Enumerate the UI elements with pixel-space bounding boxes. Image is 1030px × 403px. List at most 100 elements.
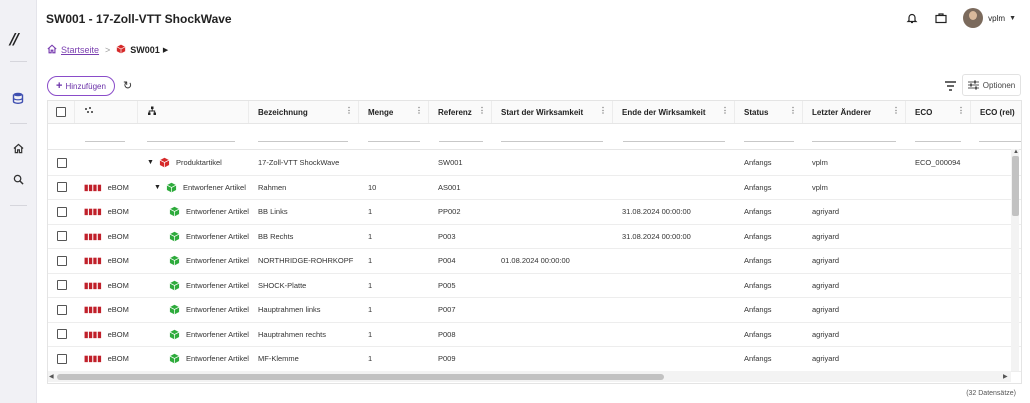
- column-menu-icon[interactable]: ⋮: [345, 106, 353, 115]
- table-row[interactable]: ▼ Produktartikel 17-Zoll-VTT ShockWave SW00…: [48, 151, 1021, 176]
- filter-input[interactable]: [501, 141, 603, 142]
- eco-cell[interactable]: ECO_000094: [906, 151, 971, 175]
- column-menu-icon[interactable]: ⋮: [789, 106, 797, 115]
- row-checkbox[interactable]: [56, 182, 67, 193]
- column-header[interactable]: Ende der Wirksamkeit ⋮: [613, 101, 735, 123]
- filter-input[interactable]: [439, 141, 483, 142]
- filter-input[interactable]: [915, 141, 961, 142]
- row-select-cell: [48, 298, 75, 322]
- name-cell[interactable]: Hauptrahmen links: [249, 298, 359, 322]
- eco-cell[interactable]: [906, 225, 971, 249]
- filter-input[interactable]: [812, 141, 896, 142]
- row-checkbox[interactable]: [56, 206, 67, 217]
- scroll-up-arrow-icon[interactable]: ▲: [1013, 149, 1019, 155]
- last-changer-cell: vplm: [812, 158, 828, 168]
- row-checkbox[interactable]: [56, 329, 67, 340]
- table-row[interactable]: ▮▮▮▮ eBOM Entworfener Artikel Hauptrahmen r…: [48, 323, 1021, 347]
- eco-cell[interactable]: [906, 274, 971, 298]
- column-header[interactable]: Letzter Änderer ⋮: [803, 101, 906, 123]
- table-row[interactable]: ▮▮▮▮ eBOM Entworfener Artikel NORTHRIDGE-RO…: [48, 249, 1021, 274]
- eco-cell[interactable]: [906, 347, 971, 371]
- column-header[interactable]: ECO ⋮: [906, 101, 971, 123]
- select-all-checkbox[interactable]: [56, 107, 66, 117]
- expand-caret-icon[interactable]: ▼: [147, 159, 154, 166]
- chevron-down-icon[interactable]: ▼: [1009, 15, 1016, 22]
- name-cell[interactable]: MF-Klemme: [249, 347, 359, 371]
- horizontal-scroll-thumb[interactable]: [57, 374, 664, 380]
- table-row[interactable]: ▮▮▮▮ eBOM ▼ Entworfener Artikel Rahmen 10 AS00…: [48, 176, 1021, 200]
- row-checkbox[interactable]: [56, 280, 67, 291]
- name-cell[interactable]: Hauptrahmen rechts: [249, 323, 359, 347]
- name-cell[interactable]: NORTHRIDGE-ROHRKOPF: [249, 249, 359, 273]
- row-checkbox[interactable]: [56, 353, 67, 364]
- breadcrumb-home-link[interactable]: Startseite: [61, 45, 99, 55]
- vertical-scroll-thumb[interactable]: [1012, 156, 1019, 216]
- database-icon[interactable]: [11, 91, 25, 105]
- search-icon[interactable]: [11, 172, 25, 186]
- scroll-right-arrow-icon[interactable]: ▶: [1003, 373, 1008, 380]
- table-row[interactable]: ▮▮▮▮ eBOM Entworfener Artikel MF-Klemme 1 P00…: [48, 347, 1021, 372]
- name-cell[interactable]: Rahmen: [249, 176, 359, 200]
- row-checkbox[interactable]: [56, 304, 67, 315]
- table-row[interactable]: ▮▮▮▮ eBOM Entworfener Artikel Hauptrahmen l…: [48, 298, 1021, 323]
- status-cell: Anfangs: [744, 305, 772, 315]
- filter-input[interactable]: [979, 141, 1021, 142]
- column-header[interactable]: Bezeichnung ⋮: [249, 101, 359, 123]
- filter-input[interactable]: [744, 141, 794, 142]
- column-hierarchy-header[interactable]: [138, 101, 249, 123]
- table-row[interactable]: ▮▮▮▮ eBOM Entworfener Artikel BB Rechts 1 P00…: [48, 225, 1021, 249]
- row-checkbox[interactable]: [56, 255, 67, 266]
- briefcase-icon[interactable]: [931, 8, 951, 28]
- reference-cell: P007: [438, 305, 456, 315]
- column-header[interactable]: Menge ⋮: [359, 101, 429, 123]
- row-checkbox[interactable]: [56, 231, 67, 242]
- eco-cell[interactable]: [906, 298, 971, 322]
- row-select-cell: [48, 274, 75, 298]
- filter-input[interactable]: [368, 141, 420, 142]
- user-name[interactable]: vplm: [988, 14, 1005, 23]
- column-header[interactable]: ECO (rel): [971, 101, 1021, 123]
- scroll-left-arrow-icon[interactable]: ◀: [49, 373, 54, 380]
- column-label: Start der Wirksamkeit: [501, 107, 584, 117]
- table-row[interactable]: ▮▮▮▮ eBOM Entworfener Artikel SHOCK-Platte 1…: [48, 274, 1021, 298]
- user-avatar[interactable]: [963, 8, 984, 28]
- home-icon[interactable]: [47, 44, 57, 56]
- bom-status-bars-icon: ▮▮▮▮: [84, 182, 102, 192]
- row-checkbox[interactable]: [56, 157, 67, 168]
- column-menu-icon[interactable]: ⋮: [415, 106, 423, 115]
- filter-input[interactable]: [258, 141, 348, 142]
- notifications-bell-icon[interactable]: [902, 8, 922, 28]
- filter-input[interactable]: [147, 141, 235, 142]
- eco-cell[interactable]: [906, 323, 971, 347]
- table-row[interactable]: ▮▮▮▮ eBOM Entworfener Artikel BB Links 1 PP00…: [48, 200, 1021, 225]
- column-menu-icon[interactable]: ⋮: [892, 106, 900, 115]
- refresh-icon[interactable]: ↻: [123, 79, 132, 92]
- name-cell[interactable]: BB Rechts: [249, 225, 359, 249]
- name-cell[interactable]: 17-Zoll-VTT ShockWave: [249, 151, 359, 175]
- column-menu-icon[interactable]: ⋮: [957, 106, 965, 115]
- quantity-cell: 10: [368, 182, 377, 192]
- eco-cell[interactable]: [906, 249, 971, 273]
- name-cell[interactable]: BB Links: [249, 200, 359, 224]
- add-button[interactable]: + Hinzufügen: [47, 76, 115, 96]
- column-menu-icon[interactable]: ⋮: [478, 106, 486, 115]
- type-cell: ▼ Produktartikel: [138, 151, 249, 175]
- filter-input[interactable]: [623, 141, 725, 142]
- eco-cell[interactable]: [906, 176, 971, 200]
- filter-icon[interactable]: [944, 80, 957, 92]
- filter-input[interactable]: [85, 141, 125, 142]
- column-menu-icon[interactable]: ⋮: [721, 106, 729, 115]
- expand-caret-icon[interactable]: ▼: [154, 184, 161, 191]
- breadcrumb-separator: >: [105, 45, 111, 55]
- column-header[interactable]: Start der Wirksamkeit ⋮: [492, 101, 613, 123]
- column-header[interactable]: Referenz ⋮: [429, 101, 492, 123]
- caret-right-icon[interactable]: ▶: [163, 46, 168, 54]
- name-cell[interactable]: SHOCK-Platte: [249, 274, 359, 298]
- column-bom-header[interactable]: [75, 101, 138, 123]
- column-menu-icon[interactable]: ⋮: [599, 106, 607, 115]
- bom-status-bars-icon: ▮▮▮▮: [84, 256, 102, 266]
- options-button[interactable]: Optionen: [962, 74, 1021, 96]
- eco-cell[interactable]: [906, 200, 971, 224]
- column-header[interactable]: Status ⋮: [735, 101, 803, 123]
- home-icon[interactable]: [11, 141, 25, 155]
